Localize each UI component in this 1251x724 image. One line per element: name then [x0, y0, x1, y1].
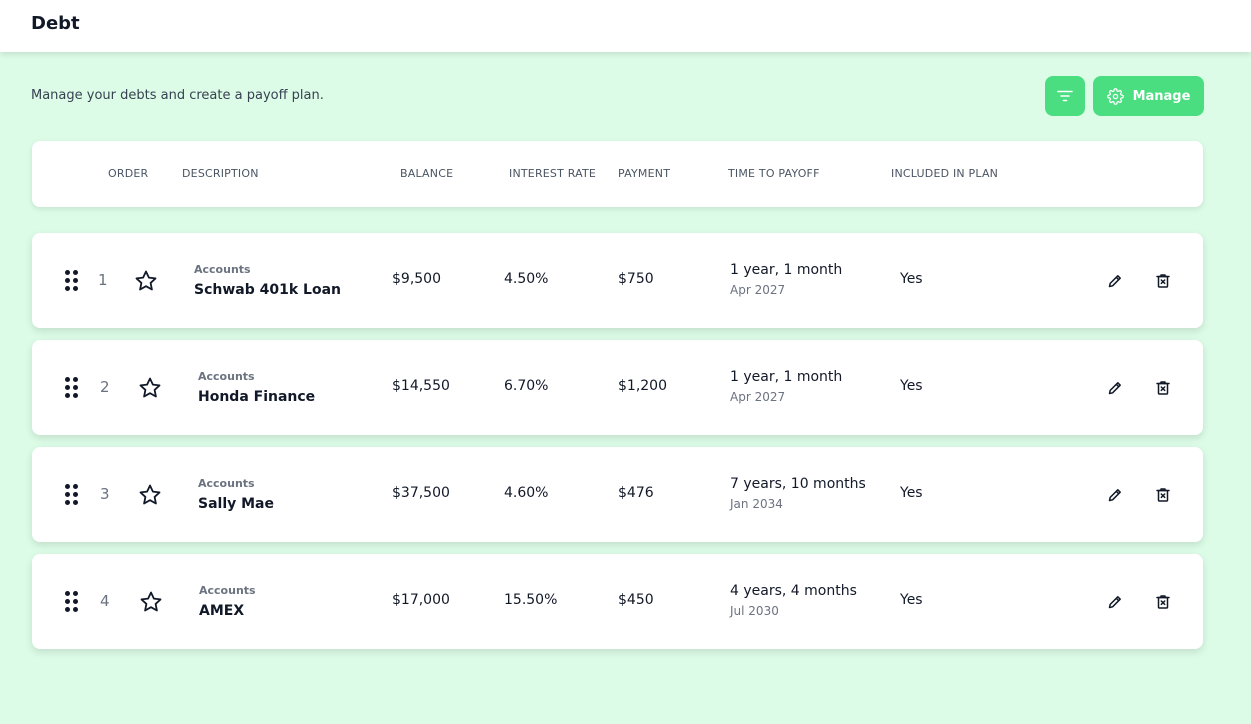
- pencil-icon: [1108, 275, 1121, 288]
- debt-row[interactable]: 1 Accounts Schwab 401k Loan $9,500 4.50%…: [32, 233, 1203, 328]
- debt-payment: $1,200: [618, 378, 667, 394]
- column-header-included-in-plan[interactable]: INCLUDED IN PLAN: [891, 167, 998, 180]
- debt-payment: $450: [618, 592, 654, 608]
- edit-button[interactable]: [1104, 591, 1126, 613]
- trash-icon: [1156, 488, 1170, 502]
- payoff-duration: 1 year, 1 month: [730, 262, 843, 278]
- payoff-date: Apr 2027: [730, 283, 786, 297]
- delete-button[interactable]: [1152, 270, 1174, 292]
- debt-row[interactable]: 3 Accounts Sally Mae $37,500 4.60% $476 …: [32, 447, 1203, 542]
- payoff-date: Jan 2034: [730, 497, 783, 511]
- star-icon[interactable]: [138, 376, 162, 400]
- star-icon[interactable]: [138, 483, 162, 507]
- table-header: ORDER DESCRIPTION BALANCE INTEREST RATE …: [32, 141, 1203, 207]
- debt-payment: $476: [618, 485, 654, 501]
- top-bar: Debt: [0, 0, 1251, 52]
- edit-button[interactable]: [1104, 377, 1126, 399]
- pencil-icon: [1108, 489, 1121, 502]
- included-in-plan: Yes: [900, 378, 923, 394]
- order-number: 4: [100, 592, 110, 610]
- included-in-plan: Yes: [900, 592, 923, 608]
- trash-icon: [1156, 595, 1170, 609]
- gear-icon: [1106, 87, 1124, 105]
- filter-button[interactable]: [1045, 76, 1085, 116]
- debt-row[interactable]: 4 Accounts AMEX $17,000 15.50% $450 4 ye…: [32, 554, 1203, 649]
- debt-row[interactable]: 2 Accounts Honda Finance $14,550 6.70% $…: [32, 340, 1203, 435]
- payoff-date: Jul 2030: [730, 604, 779, 618]
- page-description: Manage your debts and create a payoff pl…: [31, 88, 324, 103]
- included-in-plan: Yes: [900, 271, 923, 287]
- debt-balance: $17,000: [392, 592, 450, 608]
- drag-handle-icon[interactable]: [65, 270, 79, 292]
- debt-interest-rate: 4.60%: [504, 485, 549, 501]
- page-title: Debt: [31, 13, 80, 34]
- payoff-duration: 7 years, 10 months: [730, 476, 866, 492]
- column-header-interest-rate[interactable]: INTEREST RATE: [509, 167, 596, 180]
- star-icon[interactable]: [134, 269, 158, 293]
- trash-icon: [1156, 274, 1170, 288]
- order-number: 2: [100, 378, 110, 396]
- included-in-plan: Yes: [900, 485, 923, 501]
- manage-button[interactable]: Manage: [1093, 76, 1204, 116]
- debt-category: Accounts: [198, 477, 255, 490]
- drag-handle-icon[interactable]: [65, 484, 79, 506]
- debt-name: Schwab 401k Loan: [194, 282, 341, 298]
- filter-icon: [1057, 90, 1073, 102]
- star-icon[interactable]: [139, 590, 163, 614]
- debt-interest-rate: 4.50%: [504, 271, 549, 287]
- payoff-date: Apr 2027: [730, 390, 786, 404]
- debt-balance: $9,500: [392, 271, 441, 287]
- payoff-duration: 1 year, 1 month: [730, 369, 843, 385]
- trash-icon: [1156, 381, 1170, 395]
- edit-button[interactable]: [1104, 270, 1126, 292]
- drag-handle-icon[interactable]: [65, 377, 79, 399]
- debt-name: AMEX: [199, 603, 245, 619]
- debt-category: Accounts: [194, 263, 251, 276]
- column-header-balance[interactable]: BALANCE: [400, 167, 453, 180]
- delete-button[interactable]: [1152, 484, 1174, 506]
- debt-balance: $14,550: [392, 378, 450, 394]
- debt-payment: $750: [618, 271, 654, 287]
- order-number: 3: [100, 485, 110, 503]
- pencil-icon: [1108, 596, 1121, 609]
- column-header-time-to-payoff[interactable]: TIME TO PAYOFF: [728, 167, 820, 180]
- debt-balance: $37,500: [392, 485, 450, 501]
- delete-button[interactable]: [1152, 591, 1174, 613]
- order-number: 1: [98, 271, 108, 289]
- pencil-icon: [1108, 382, 1121, 395]
- column-header-order[interactable]: ORDER: [108, 167, 148, 180]
- debt-name: Sally Mae: [198, 496, 275, 512]
- delete-button[interactable]: [1152, 377, 1174, 399]
- debt-category: Accounts: [198, 370, 255, 383]
- column-header-payment[interactable]: PAYMENT: [618, 167, 670, 180]
- debt-category: Accounts: [199, 584, 256, 597]
- edit-button[interactable]: [1104, 484, 1126, 506]
- manage-button-label: Manage: [1132, 88, 1191, 104]
- debt-interest-rate: 6.70%: [504, 378, 549, 394]
- drag-handle-icon[interactable]: [65, 591, 79, 613]
- debt-interest-rate: 15.50%: [504, 592, 558, 608]
- column-header-description[interactable]: DESCRIPTION: [182, 167, 259, 180]
- payoff-duration: 4 years, 4 months: [730, 583, 857, 599]
- debt-name: Honda Finance: [198, 389, 316, 405]
